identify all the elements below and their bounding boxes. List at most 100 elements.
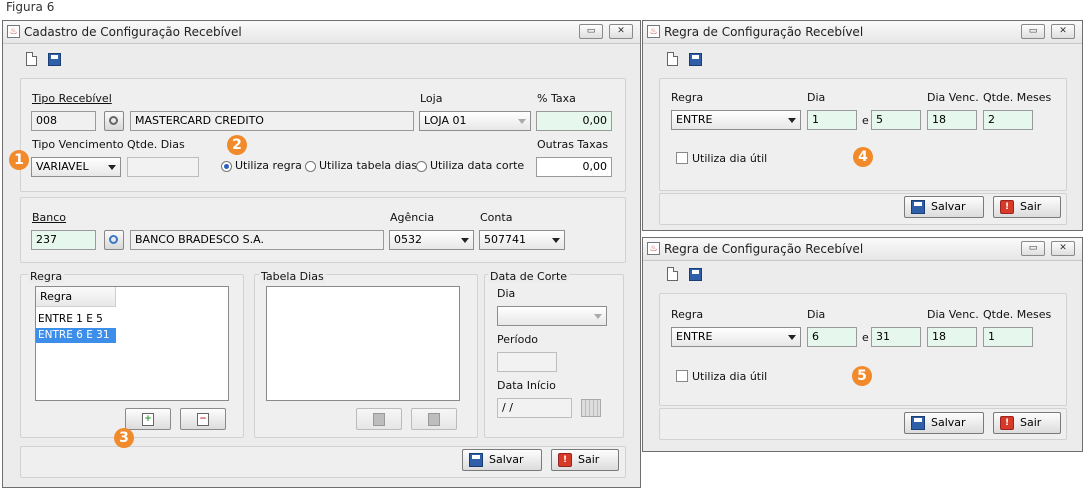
chevron-down-icon xyxy=(108,165,116,170)
conta-label: Conta xyxy=(480,211,513,224)
regra-column-header[interactable]: Regra xyxy=(36,287,116,307)
utiliza-dia-util-label: Utiliza dia útil xyxy=(692,152,768,165)
dia-label: Dia xyxy=(807,91,826,104)
regra-select[interactable]: ENTRE xyxy=(671,327,801,347)
chevron-down-icon xyxy=(552,238,560,243)
tipo-vencimento-value: VARIAVEL xyxy=(36,160,89,173)
remove-icon: − xyxy=(197,413,209,426)
regra-value: ENTRE xyxy=(676,113,713,126)
chevron-down-icon xyxy=(518,119,526,124)
save-button[interactable]: Salvar xyxy=(462,449,542,471)
save-disk-icon[interactable] xyxy=(48,53,61,66)
qtde-dias-field[interactable] xyxy=(127,157,199,177)
regra-label: Regra xyxy=(671,91,704,104)
dia-venc-label: Dia Venc. xyxy=(927,308,979,321)
agencia-label: Agência xyxy=(390,211,435,224)
rule1-title: Regra de Configuração Recebível xyxy=(664,25,864,39)
new-document-icon[interactable] xyxy=(667,267,678,281)
dia-to-field[interactable]: 31 xyxy=(871,327,921,347)
data-corte-title: Data de Corte xyxy=(488,270,570,283)
utiliza-regra-label: Utiliza regra xyxy=(235,159,302,172)
outras-taxas-label: Outras Taxas xyxy=(537,138,609,151)
agencia-value: 0532 xyxy=(394,233,422,246)
conta-select[interactable]: 507741 xyxy=(479,230,565,250)
qtde-meses-label: Qtde. Meses xyxy=(983,91,1052,104)
search-icon[interactable] xyxy=(104,230,124,250)
save-icon xyxy=(911,416,925,430)
restore-button[interactable]: ▭ xyxy=(1021,24,1045,39)
save-icon xyxy=(469,453,483,467)
save-disk-icon[interactable] xyxy=(689,53,702,66)
callout-badge-2: 2 xyxy=(227,135,247,155)
utiliza-dia-util-checkbox[interactable] xyxy=(676,152,688,164)
taxa-field[interactable]: 0,00 xyxy=(536,111,612,131)
callout-badge-1: 1 xyxy=(9,150,29,170)
list-item[interactable]: ENTRE 1 E 5 xyxy=(36,312,116,327)
conta-value: 507741 xyxy=(484,233,526,246)
dia-from-field[interactable]: 1 xyxy=(807,110,857,130)
dia-select[interactable] xyxy=(497,306,607,326)
save-disk-icon[interactable] xyxy=(689,268,702,281)
regra-value: ENTRE xyxy=(676,330,713,343)
new-document-icon[interactable] xyxy=(26,52,37,66)
regra-select[interactable]: ENTRE xyxy=(671,110,801,130)
periodo-field[interactable] xyxy=(497,352,557,372)
list-item[interactable]: ENTRE 6 E 31 xyxy=(36,328,116,343)
connector-label: e xyxy=(862,331,869,344)
figure-label: Figura 6 xyxy=(6,0,55,14)
dia-from-field[interactable]: 6 xyxy=(807,327,857,347)
data-inicio-label: Data Início xyxy=(497,379,556,392)
add-rule-button[interactable]: + xyxy=(125,408,171,430)
remove-day-button[interactable] xyxy=(411,408,457,430)
regra-panel-title: Regra xyxy=(28,270,65,283)
exit-button[interactable]: ! Sair xyxy=(993,412,1061,434)
qtde-meses-field[interactable]: 2 xyxy=(983,110,1033,130)
main-titlebar: ♨ Cadastro de Configuração Recebível ▭ ✕ xyxy=(3,21,640,44)
utiliza-dia-util-checkbox[interactable] xyxy=(676,370,688,382)
tipo-vencimento-label: Tipo Vencimento xyxy=(32,138,124,151)
calendar-icon[interactable] xyxy=(581,399,601,417)
data-inicio-field[interactable]: / / xyxy=(497,398,572,418)
rule1-titlebar: ♨ Regra de Configuração Recebível ▭ ✕ xyxy=(643,21,1082,44)
exit-button[interactable]: ! Sair xyxy=(551,449,619,471)
chevron-down-icon xyxy=(788,118,796,123)
outras-taxas-field[interactable]: 0,00 xyxy=(536,157,612,177)
add-day-button[interactable] xyxy=(356,408,402,430)
tabela-dias-list[interactable] xyxy=(266,286,460,401)
loja-select[interactable]: LOJA 01 xyxy=(419,111,531,131)
search-icon[interactable] xyxy=(104,111,124,131)
remove-rule-button[interactable]: − xyxy=(180,408,226,430)
tipo-recebivel-code-field[interactable]: 008 xyxy=(31,111,96,131)
java-icon: ♨ xyxy=(647,25,660,38)
exit-icon: ! xyxy=(558,453,572,467)
qtde-meses-field[interactable]: 1 xyxy=(983,327,1033,347)
save-button[interactable]: Salvar xyxy=(904,412,984,434)
regra-list[interactable]: Regra ENTRE 1 E 5 ENTRE 6 E 31 xyxy=(35,286,229,401)
close-button[interactable]: ✕ xyxy=(609,24,633,39)
restore-button[interactable]: ▭ xyxy=(1021,241,1045,256)
exit-icon: ! xyxy=(1000,416,1014,430)
tipo-vencimento-select[interactable]: VARIAVEL xyxy=(31,157,121,177)
banco-code-field[interactable]: 237 xyxy=(31,230,96,250)
dia-to-field[interactable]: 5 xyxy=(871,110,921,130)
rule2-title: Regra de Configuração Recebível xyxy=(664,242,864,256)
add-icon xyxy=(373,413,385,426)
utiliza-tabela-dias-radio[interactable] xyxy=(305,161,316,172)
utiliza-data-corte-radio[interactable] xyxy=(416,161,427,172)
dia-venc-field[interactable]: 18 xyxy=(927,110,977,130)
agencia-select[interactable]: 0532 xyxy=(389,230,474,250)
exit-button[interactable]: ! Sair xyxy=(993,196,1061,218)
restore-button[interactable]: ▭ xyxy=(579,24,603,39)
save-label: Salvar xyxy=(931,416,966,429)
dia-venc-field[interactable]: 18 xyxy=(927,327,977,347)
new-document-icon[interactable] xyxy=(667,52,678,66)
close-button[interactable]: ✕ xyxy=(1051,241,1075,256)
callout-badge-5: 5 xyxy=(852,366,872,386)
exit-label: Sair xyxy=(1020,416,1042,429)
save-label: Salvar xyxy=(489,453,524,466)
rule-window-2: ♨ Regra de Configuração Recebível ▭ ✕ Re… xyxy=(642,237,1083,452)
close-button[interactable]: ✕ xyxy=(1051,24,1075,39)
banco-label: Banco xyxy=(32,211,67,224)
save-button[interactable]: Salvar xyxy=(904,196,984,218)
utiliza-regra-radio[interactable] xyxy=(221,161,232,172)
